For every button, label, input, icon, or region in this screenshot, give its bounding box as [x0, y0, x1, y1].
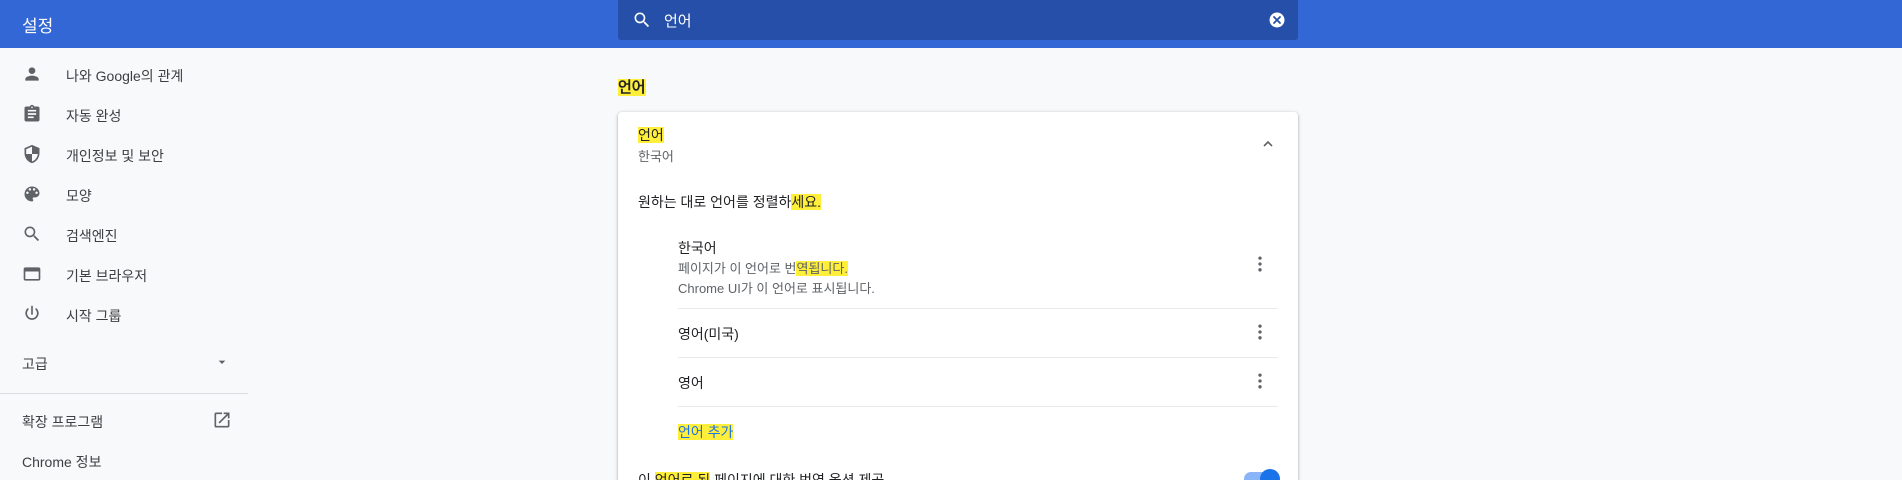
language-item-english: 영어 — [678, 369, 1278, 393]
languages-card: 언어 한국어 원하는 대로 언어를 정렬하세요. 한국어 페이지가 이 언어로 … — [618, 112, 1298, 480]
language-item-korean: 한국어 페이지가 이 언어로 번역됩니다. Chrome UI가 이 언어로 표… — [678, 232, 1278, 296]
sidebar-item-appearance[interactable]: 모양 — [0, 174, 248, 214]
person-icon — [25, 67, 39, 81]
language-name: 영어(미국) — [678, 326, 739, 342]
language-detail-translate: 페이지가 이 언어로 번역됩니다. — [678, 258, 848, 277]
search-highlight: 역됩니다. — [796, 261, 848, 276]
extensions-label: 확장 프로그램 — [22, 414, 104, 430]
sidebar-item-label: 모양 — [66, 188, 92, 204]
languages-header-title: 언어 — [638, 125, 664, 145]
search-highlight: 세요. — [791, 194, 822, 210]
language-name: 한국어 — [678, 240, 717, 256]
row-divider — [678, 308, 1278, 309]
sidebar-item-autofill[interactable]: 자동 완성 — [0, 94, 248, 134]
more-vert-icon[interactable] — [1250, 322, 1270, 342]
offer-translate-toggle[interactable] — [1244, 469, 1280, 480]
shield-icon — [24, 144, 40, 164]
section-title: 언어 — [618, 76, 646, 97]
palette-icon — [24, 186, 40, 202]
toggle-knob — [1260, 469, 1280, 480]
search-highlight: 언어 — [618, 79, 646, 96]
browser-icon — [23, 267, 41, 281]
search-icon — [24, 226, 40, 242]
top-bar: 설정 언어 — [0, 0, 1902, 48]
sidebar-item-default-browser[interactable]: 기본 브라우저 — [0, 254, 248, 294]
search-highlight: 언어로 된 — [654, 472, 711, 480]
sidebar-item-label: 기본 브라우저 — [66, 268, 148, 284]
instruction-text: 원하는 대로 언어를 정렬하 — [638, 194, 792, 210]
more-vert-icon[interactable] — [1250, 254, 1270, 274]
sidebar-item-label: 나와 Google의 관계 — [66, 68, 184, 84]
sidebar-item-about-chrome[interactable]: Chrome 정보 — [0, 440, 248, 480]
search-box[interactable]: 언어 — [618, 0, 1298, 40]
sidebar-item-search-engine[interactable]: 검색엔진 — [0, 214, 248, 254]
row-divider — [678, 406, 1278, 407]
offer-translate-label: 이 언어로 된 페이지에 대한 번역 옵션 제공 — [638, 470, 884, 480]
search-input[interactable]: 언어 — [664, 10, 692, 31]
sidebar: 나와 Google의 관계 자동 완성 개인정보 및 보안 모양 검색엔진 기본… — [0, 48, 248, 480]
caret-down-icon — [218, 360, 226, 364]
sidebar-item-on-startup[interactable]: 시작 그룹 — [0, 294, 248, 334]
language-item-english-us: 영어(미국) — [678, 320, 1278, 344]
sidebar-item-extensions[interactable]: 확장 프로그램 — [0, 400, 248, 440]
sidebar-item-advanced[interactable]: 고급 — [0, 342, 248, 382]
clear-search-icon[interactable] — [1268, 11, 1286, 29]
languages-header-subtitle: 한국어 — [638, 149, 674, 164]
detail-text: 페이지가 이 언어로 번 — [678, 261, 797, 276]
sidebar-item-label: 시작 그룹 — [66, 308, 122, 324]
power-icon — [25, 305, 39, 320]
add-language-button[interactable]: 언어 추가 — [678, 422, 734, 442]
row-divider — [678, 357, 1278, 358]
sidebar-item-label: 자동 완성 — [66, 108, 122, 124]
search-highlight: 언어 — [638, 127, 664, 143]
advanced-label: 고급 — [22, 356, 48, 372]
translate-text: 이 — [638, 472, 655, 480]
language-detail-ui: Chrome UI가 이 언어로 표시됩니다. — [678, 281, 875, 296]
about-chrome-label: Chrome 정보 — [22, 454, 102, 470]
search-icon — [634, 12, 650, 28]
translate-text: 페이지에 대한 번역 옵션 제공 — [710, 472, 885, 480]
sidebar-item-label: 검색엔진 — [66, 228, 118, 244]
language-order-instruction: 원하는 대로 언어를 정렬하세요. — [638, 192, 822, 212]
open-in-new-icon — [214, 412, 230, 428]
language-name: 영어 — [678, 375, 704, 391]
languages-expand-header[interactable]: 언어 한국어 — [618, 112, 1298, 174]
sidebar-item-label: 개인정보 및 보안 — [66, 148, 164, 164]
sidebar-item-you-and-google[interactable]: 나와 Google의 관계 — [0, 54, 248, 94]
clipboard-icon — [24, 104, 40, 122]
sidebar-divider — [0, 393, 248, 394]
more-vert-icon[interactable] — [1250, 371, 1270, 391]
app-title: 설정 — [22, 17, 54, 36]
chevron-up-icon[interactable] — [1260, 136, 1276, 152]
sidebar-item-privacy[interactable]: 개인정보 및 보안 — [0, 134, 248, 174]
search-highlight: 언어 추가 — [678, 424, 734, 440]
